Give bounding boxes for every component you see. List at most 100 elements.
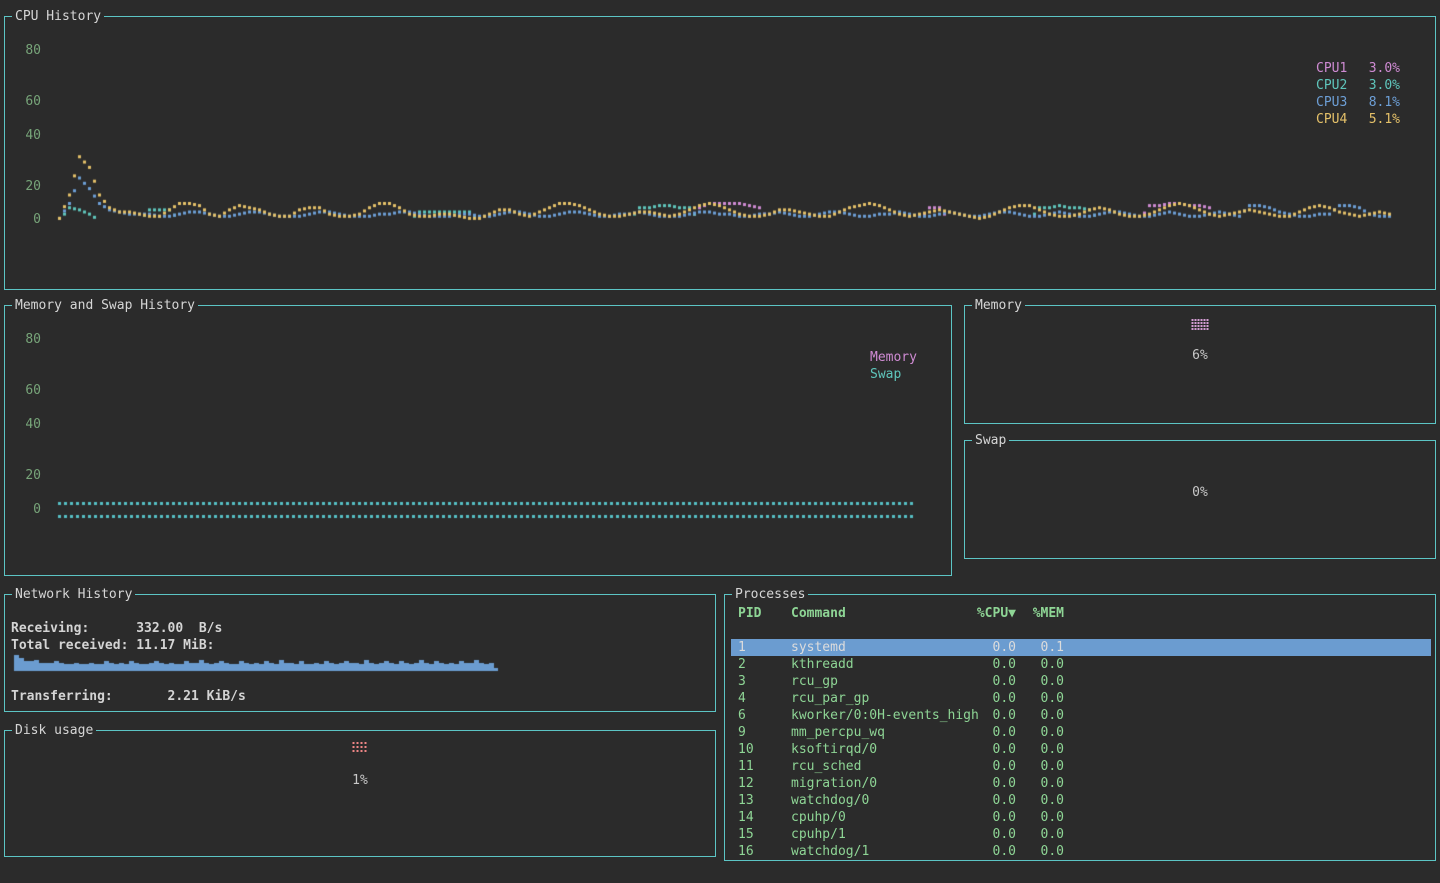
process-cpu: 0.0 (963, 673, 1016, 690)
process-row[interactable]: 14cpuhp/00.00.0 (731, 809, 1431, 826)
process-mem: 0.0 (1016, 690, 1064, 707)
process-cpu: 0.0 (963, 741, 1016, 758)
process-pid: 10 (738, 741, 791, 758)
cpu-legend-label: CPU2 (1316, 77, 1347, 94)
process-row[interactable]: 13watchdog/00.00.0 (731, 792, 1431, 809)
y-axis-tick: 80 (5, 43, 41, 59)
process-command: kworker/0:0H-events_high (791, 707, 963, 724)
y-axis-tick: 20 (5, 179, 41, 195)
process-mem: 0.0 (1016, 656, 1064, 673)
process-cpu: 0.0 (963, 775, 1016, 792)
gauge-dot (1207, 322, 1209, 324)
process-command: mm_percpu_wq (791, 724, 963, 741)
process-command: watchdog/1 (791, 843, 963, 860)
process-row[interactable]: 11rcu_sched0.00.0 (731, 758, 1431, 775)
process-mem: 0.0 (1016, 843, 1064, 860)
y-axis-tick: 80 (5, 332, 41, 348)
disk-usage-gauge (353, 742, 368, 753)
process-row[interactable]: 10ksoftirqd/00.00.0 (731, 741, 1431, 758)
process-pid: 3 (738, 673, 791, 690)
process-row[interactable]: 3rcu_gp0.00.0 (731, 673, 1431, 690)
gauge-dot (353, 742, 355, 744)
memory-swap-history-chart (5, 306, 951, 575)
process-mem: 0.0 (1016, 741, 1064, 758)
column-header-pid[interactable]: PID (738, 605, 791, 622)
process-row[interactable]: 4rcu_par_gp0.00.0 (731, 690, 1431, 707)
network-transferring-text: Transferring: 2.21 KiB/s (11, 689, 246, 705)
gauge-dot (353, 750, 355, 752)
process-table-header: PID Command %CPU▼ %MEM (731, 605, 1431, 622)
process-cpu: 0.0 (963, 639, 1016, 656)
gauge-dot (1207, 325, 1209, 327)
process-command: ksoftirqd/0 (791, 741, 963, 758)
gauge-dot (361, 746, 363, 748)
process-table-rows: 1systemd0.00.12kthreadd0.00.03rcu_gp0.00… (731, 639, 1431, 860)
memory-swap-legend: MemorySwap (870, 349, 917, 383)
process-cpu: 0.0 (963, 792, 1016, 809)
cpu-legend-item: CPU38.1% (1316, 94, 1400, 111)
gauge-dot (1192, 322, 1194, 324)
column-header-mem[interactable]: %MEM (1016, 605, 1064, 622)
process-pid: 2 (738, 656, 791, 673)
process-mem: 0.0 (1016, 707, 1064, 724)
memory-swap-legend-item: Swap (870, 366, 917, 383)
processes-panel: Processes PID Command %CPU▼ %MEM 1system… (724, 594, 1436, 861)
column-header-cpu-sort[interactable]: %CPU▼ (963, 605, 1016, 622)
gauge-dot (365, 750, 367, 752)
gauge-dot (1198, 328, 1200, 330)
gauge-dot (365, 742, 367, 744)
y-axis-tick: 20 (5, 468, 41, 484)
gauge-dot (1204, 325, 1206, 327)
gauge-dot (1195, 325, 1197, 327)
system-monitor-screen: CPU History 806040200 CPU13.0%CPU23.0%CP… (0, 0, 1440, 883)
process-row[interactable]: 6kworker/0:0H-events_high0.00.0 (731, 707, 1431, 724)
gauge-dot (1201, 328, 1203, 330)
process-command: migration/0 (791, 775, 963, 792)
process-cpu: 0.0 (963, 656, 1016, 673)
process-cpu: 0.0 (963, 724, 1016, 741)
gauge-dot (365, 746, 367, 748)
y-axis-tick: 40 (5, 128, 41, 144)
process-mem: 0.0 (1016, 792, 1064, 809)
memory-usage-gauge (1192, 319, 1209, 330)
cpu-legend-label: CPU1 (1316, 60, 1347, 77)
cpu-legend-item: CPU4 5.1% (1316, 111, 1400, 128)
disk-usage-value: 1% (5, 773, 715, 789)
gauge-dot (1204, 328, 1206, 330)
process-pid: 13 (738, 792, 791, 809)
process-row[interactable]: 16watchdog/10.00.0 (731, 843, 1431, 860)
swap-usage-value: 0% (965, 485, 1435, 501)
process-command: cpuhp/0 (791, 809, 963, 826)
process-command: kthreadd (791, 656, 963, 673)
gauge-dot (357, 746, 359, 748)
process-mem: 0.0 (1016, 724, 1064, 741)
y-axis-tick: 0 (5, 212, 41, 228)
gauge-dot (1192, 328, 1194, 330)
process-pid: 4 (738, 690, 791, 707)
process-row[interactable]: 2kthreadd0.00.0 (731, 656, 1431, 673)
process-command: rcu_gp (791, 673, 963, 690)
process-mem: 0.1 (1016, 639, 1064, 656)
gauge-dot (1204, 319, 1206, 321)
cpu-legend-label: CPU3 (1316, 94, 1347, 111)
process-pid: 9 (738, 724, 791, 741)
process-pid: 14 (738, 809, 791, 826)
process-mem: 0.0 (1016, 775, 1064, 792)
cpu-legend-item: CPU1 3.0% (1316, 60, 1400, 77)
gauge-dot (353, 746, 355, 748)
process-row[interactable]: 12migration/00.00.0 (731, 775, 1431, 792)
process-row[interactable]: 15cpuhp/10.00.0 (731, 826, 1431, 843)
cpu-legend-label: CPU4 (1316, 111, 1347, 128)
column-header-command[interactable]: Command (791, 605, 963, 622)
memory-swap-history-panel: Memory and Swap History 806040200 Memory… (4, 305, 952, 576)
cpu-legend-value: 3.0% (1369, 60, 1400, 77)
process-row[interactable]: 1systemd0.00.1 (731, 639, 1431, 656)
disk-usage-panel-title: Disk usage (12, 723, 96, 738)
cpu-legend-value: 5.1% (1369, 111, 1400, 128)
memory-usage-value: 6% (965, 348, 1435, 364)
process-row[interactable]: 9mm_percpu_wq0.00.0 (731, 724, 1431, 741)
process-command: systemd (791, 639, 963, 656)
process-pid: 11 (738, 758, 791, 775)
process-command: rcu_par_gp (791, 690, 963, 707)
process-mem: 0.0 (1016, 826, 1064, 843)
